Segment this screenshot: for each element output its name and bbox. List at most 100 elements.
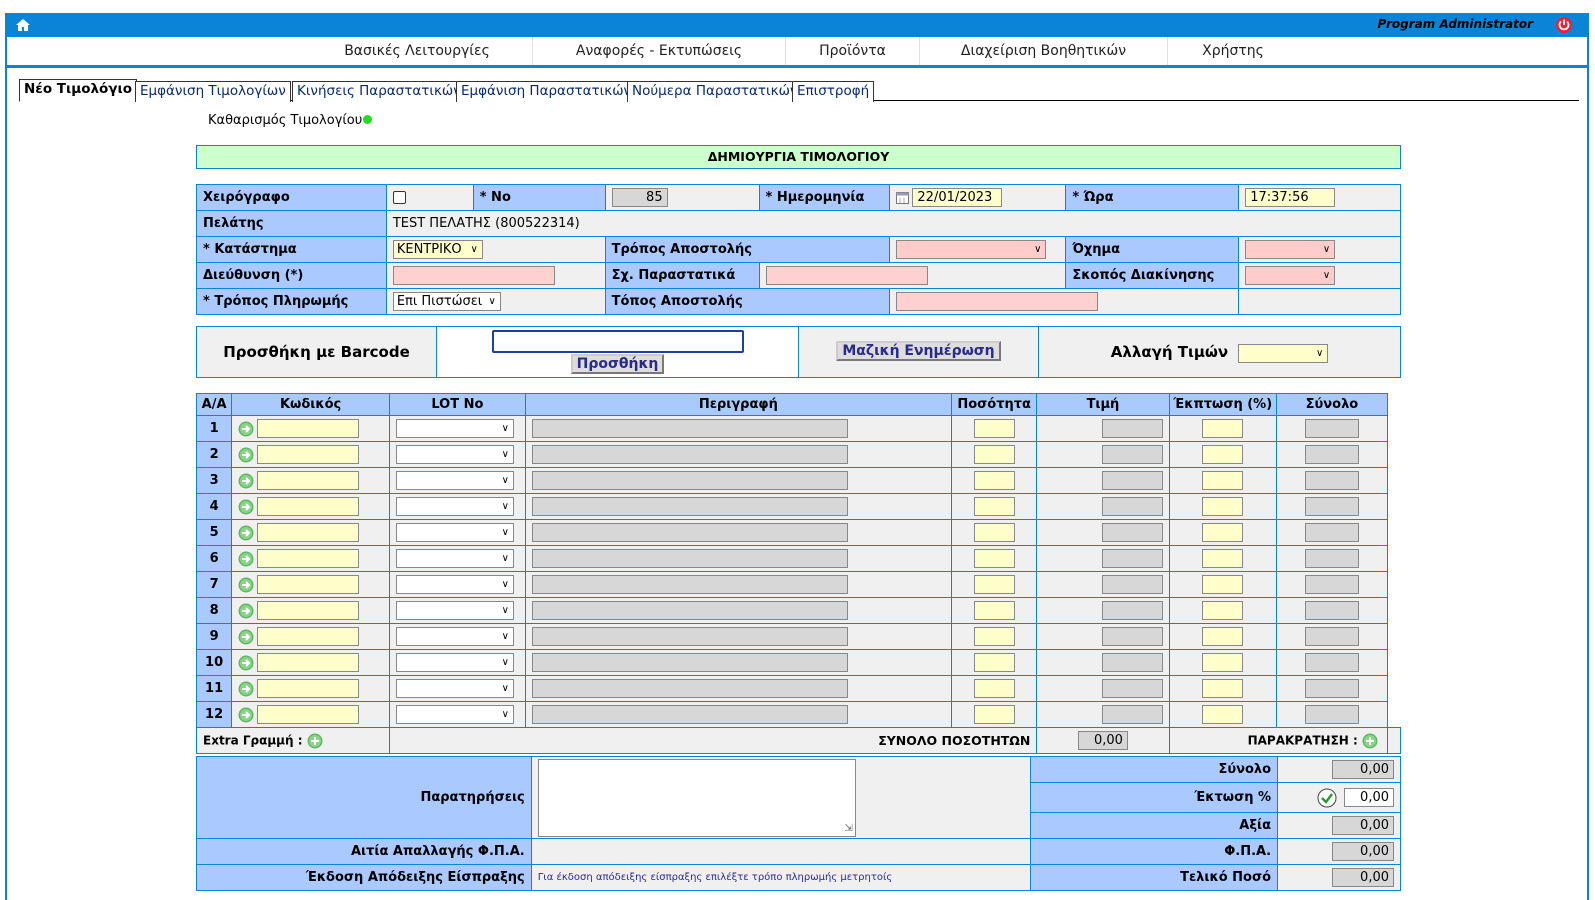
quantity-input[interactable]: [973, 627, 1015, 646]
lot-select[interactable]: ∨: [396, 497, 514, 516]
quantity-input[interactable]: [973, 653, 1015, 672]
notes-textarea[interactable]: ⇲: [537, 758, 856, 837]
arrow-right-icon[interactable]: [238, 447, 254, 463]
product-code-input[interactable]: [257, 627, 360, 646]
destination-field[interactable]: [896, 292, 1099, 311]
quantity-input[interactable]: [973, 705, 1015, 724]
discount-input[interactable]: [1202, 549, 1244, 568]
lot-select[interactable]: ∨: [396, 705, 514, 724]
arrow-right-icon[interactable]: [238, 603, 254, 619]
quantity-input[interactable]: [973, 549, 1015, 568]
mass-update-button[interactable]: Μαζική Ενημέρωση: [836, 341, 1001, 361]
add-barcode-button[interactable]: Προσθήκη: [570, 354, 665, 374]
tab-document-numbers[interactable]: Νούμερα Παραστατικών: [627, 81, 803, 102]
tab-document-movements[interactable]: Κινήσεις Παραστατικών: [292, 81, 466, 102]
barcode-input[interactable]: [491, 330, 744, 353]
tab-return[interactable]: Επιστροφή: [792, 81, 875, 102]
arrow-right-icon[interactable]: [238, 551, 254, 567]
discount-input[interactable]: [1202, 471, 1244, 490]
quantity-input[interactable]: [973, 471, 1015, 490]
calendar-icon[interactable]: [896, 191, 910, 204]
arrow-right-icon[interactable]: [238, 577, 254, 593]
product-code-input[interactable]: [257, 523, 360, 542]
discount-input[interactable]: [1202, 601, 1244, 620]
invoice-number-field[interactable]: 85: [611, 188, 668, 207]
product-code-input[interactable]: [257, 497, 360, 516]
quantity-input[interactable]: [973, 679, 1015, 698]
arrow-right-icon[interactable]: [238, 655, 254, 671]
quantity-input[interactable]: [973, 575, 1015, 594]
store-select[interactable]: ΚΕΝΤΡΙΚΟ ∨: [392, 240, 483, 259]
lot-select[interactable]: ∨: [396, 601, 514, 620]
discount-input[interactable]: [1202, 445, 1244, 464]
quantity-input[interactable]: [973, 445, 1015, 464]
arrow-right-icon[interactable]: [238, 525, 254, 541]
date-field[interactable]: 22/01/2023: [912, 188, 1003, 207]
lot-select[interactable]: ∨: [396, 679, 514, 698]
tab-show-invoices[interactable]: Εμφάνιση Τιμολογίων: [135, 81, 291, 102]
handwritten-checkbox[interactable]: [392, 191, 406, 204]
lot-select[interactable]: ∨: [396, 523, 514, 542]
tab-show-documents[interactable]: Εμφάνιση Παραστατικών: [456, 81, 637, 102]
product-code-input[interactable]: [257, 653, 360, 672]
product-code-input[interactable]: [257, 419, 360, 438]
menu-user[interactable]: Χρήστης: [1168, 37, 1298, 65]
menu-products[interactable]: Προϊόντα: [786, 37, 920, 65]
product-code-input[interactable]: [257, 549, 360, 568]
discount-input[interactable]: [1202, 419, 1244, 438]
clear-invoice-link[interactable]: Καθαρισμός Τιμολογίου: [208, 113, 373, 128]
purpose-select[interactable]: ∨: [1245, 266, 1336, 285]
menu-reports[interactable]: Αναφορές - Εκτυπώσεις: [533, 37, 786, 65]
menu-basic-functions[interactable]: Βασικές Λειτουργίες: [302, 37, 533, 65]
lot-select[interactable]: ∨: [396, 575, 514, 594]
discount-input[interactable]: [1202, 705, 1244, 724]
product-code-input[interactable]: [257, 679, 360, 698]
discount-field[interactable]: 0,00: [1344, 788, 1394, 807]
price-change-select[interactable]: ∨: [1238, 344, 1329, 363]
quantity-input[interactable]: [973, 601, 1015, 620]
quantity-input[interactable]: [973, 419, 1015, 438]
discount-input[interactable]: [1202, 679, 1244, 698]
vehicle-select[interactable]: ∨: [1245, 240, 1336, 259]
related-docs-field[interactable]: [765, 266, 928, 285]
arrow-right-icon[interactable]: [238, 681, 254, 697]
column-header: Περιγραφή: [524, 393, 952, 416]
arrow-right-icon[interactable]: [238, 499, 254, 515]
discount-input[interactable]: [1202, 497, 1244, 516]
quantity-input[interactable]: [973, 497, 1015, 516]
lot-select[interactable]: ∨: [396, 653, 514, 672]
tab-new-invoice[interactable]: Νέο Τιμολόγιο: [19, 79, 138, 102]
arrow-right-icon[interactable]: [238, 629, 254, 645]
customer-label: Πελάτης: [196, 210, 387, 237]
lot-select[interactable]: ∨: [396, 627, 514, 646]
address-field[interactable]: [392, 266, 555, 285]
product-code-input[interactable]: [257, 601, 360, 620]
discount-input[interactable]: [1202, 523, 1244, 542]
time-field[interactable]: 17:37:56: [1245, 188, 1336, 207]
quantity-input[interactable]: [973, 523, 1015, 542]
product-code-input[interactable]: [257, 575, 360, 594]
arrow-right-icon[interactable]: [238, 473, 254, 489]
arrow-right-icon[interactable]: [238, 707, 254, 723]
discount-input[interactable]: [1202, 627, 1244, 646]
lot-select[interactable]: ∨: [396, 419, 514, 438]
discount-input[interactable]: [1202, 575, 1244, 594]
shipping-method-select[interactable]: ∨: [896, 240, 1047, 259]
product-code-input[interactable]: [257, 705, 360, 724]
menu-auxiliary-management[interactable]: Διαχείριση Βοηθητικών: [920, 37, 1168, 65]
lot-select[interactable]: ∨: [396, 549, 514, 568]
apply-discount-check-icon[interactable]: [1317, 788, 1337, 808]
product-code-input[interactable]: [257, 471, 360, 490]
destination-label: Τόπος Αποστολής: [604, 288, 891, 315]
discount-input[interactable]: [1202, 653, 1244, 672]
home-icon[interactable]: [15, 17, 31, 33]
product-code-input[interactable]: [257, 445, 360, 464]
add-extra-line-icon[interactable]: [307, 733, 323, 749]
arrow-right-icon[interactable]: [238, 421, 254, 437]
lot-select[interactable]: ∨: [396, 445, 514, 464]
payment-method-select[interactable]: Επι Πιστώσει ∨: [392, 292, 501, 311]
logout-power-icon[interactable]: [1555, 16, 1573, 34]
lot-select[interactable]: ∨: [396, 471, 514, 490]
add-withholding-icon[interactable]: [1362, 733, 1378, 749]
vat-label: Φ.Π.Α.: [1030, 838, 1279, 865]
